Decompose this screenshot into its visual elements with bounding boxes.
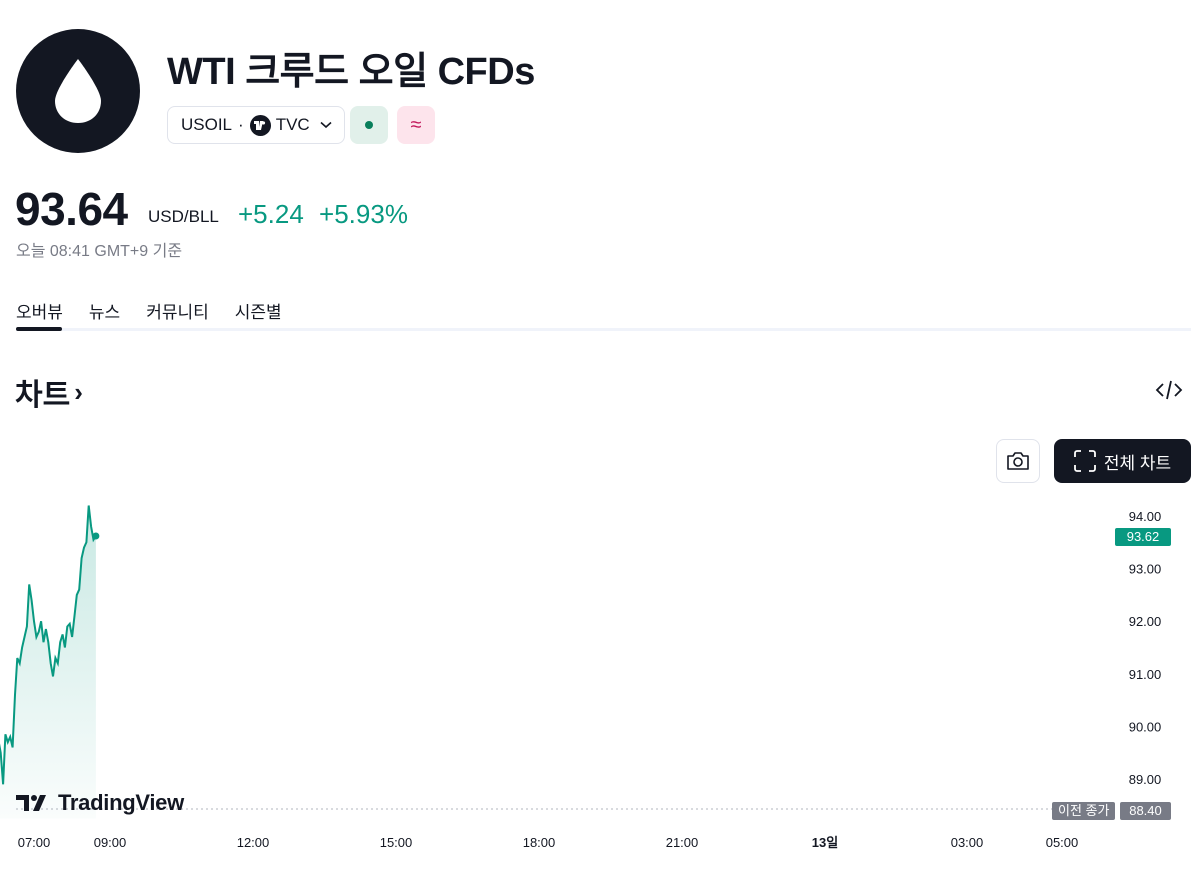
embed-code-icon[interactable] (1155, 376, 1183, 404)
full-chart-button[interactable]: 전체 차트 (1054, 439, 1191, 483)
tab-bar: 오버뷰 뉴스 커뮤니티 시즌별 (16, 298, 282, 333)
fullscreen-icon (1073, 450, 1096, 472)
x-axis-tick-label: 21:00 (666, 835, 699, 850)
y-axis-tick-label: 93.00 (1129, 562, 1162, 577)
tab-seasonals[interactable]: 시즌별 (235, 298, 282, 333)
chevron-down-icon (320, 121, 332, 129)
last-price: 93.64 (15, 183, 128, 235)
price-change: +5.24 +5.93% (238, 199, 408, 230)
x-axis-tick-label: 18:00 (523, 835, 556, 850)
price-area-fill (0, 505, 96, 819)
tab-news[interactable]: 뉴스 (89, 298, 120, 333)
tab-overview[interactable]: 오버뷰 (16, 298, 63, 333)
tab-community[interactable]: 커뮤니티 (146, 298, 209, 333)
x-axis-tick-label: 03:00 (951, 835, 984, 850)
y-axis-tick-label: 94.00 (1129, 509, 1162, 524)
exchange-name: TVC (275, 115, 310, 134)
chevron-right-icon: › (74, 376, 83, 407)
market-open-icon (365, 121, 373, 129)
tradingview-logo-icon (16, 795, 46, 811)
y-axis-tick-label: 91.00 (1129, 667, 1162, 682)
full-chart-label: 전체 차트 (1103, 453, 1172, 473)
camera-icon (1007, 452, 1029, 470)
change-percent: +5.93% (319, 199, 408, 229)
change-absolute: +5.24 (238, 199, 304, 229)
y-axis-tick-label: 89.00 (1129, 772, 1162, 787)
last-price-tag: 93.62 (1115, 528, 1171, 546)
y-axis-tick-label: 92.00 (1129, 614, 1162, 629)
page-title: WTI 크루드 오일 CFDs (167, 51, 535, 93)
x-axis-tick-label: 09:00 (94, 835, 127, 850)
approx-icon: ≈ (410, 113, 422, 136)
tradingview-brand[interactable]: TradingView (16, 790, 184, 816)
y-axis-tick-label: 90.00 (1129, 719, 1162, 734)
chart-section-title[interactable]: 차트 › (15, 370, 83, 414)
snapshot-button[interactable] (996, 439, 1040, 483)
delayed-data-badge[interactable]: ≈ (397, 106, 435, 144)
symbol-separator: · (238, 115, 244, 134)
symbol-selector[interactable]: USOIL · TVC (167, 106, 345, 144)
quote-timestamp: 오늘 08:41 GMT+9 기준 (16, 243, 183, 260)
market-open-badge[interactable] (350, 106, 388, 144)
x-axis-tick-label: 05:00 (1046, 835, 1079, 850)
tradingview-brand-text: TradingView (58, 790, 184, 815)
symbol-ticker: USOIL (181, 115, 233, 134)
oil-drop-icon (55, 59, 101, 123)
tradingview-badge-icon (249, 114, 271, 136)
chart-section-label: 차트 (15, 379, 71, 412)
prev-close-label: 이전 종가 (1052, 802, 1116, 820)
last-price-dot (92, 532, 100, 540)
x-axis-tick-label: 07:00 (18, 835, 51, 850)
symbol-logo (16, 29, 140, 153)
x-axis-tick-label: 13일 (812, 835, 838, 850)
prev-close-value: 88.40 (1120, 802, 1171, 820)
x-axis-tick-label: 15:00 (380, 835, 413, 850)
price-currency: USD/BLL (148, 207, 219, 226)
x-axis-tick-label: 12:00 (237, 835, 270, 850)
